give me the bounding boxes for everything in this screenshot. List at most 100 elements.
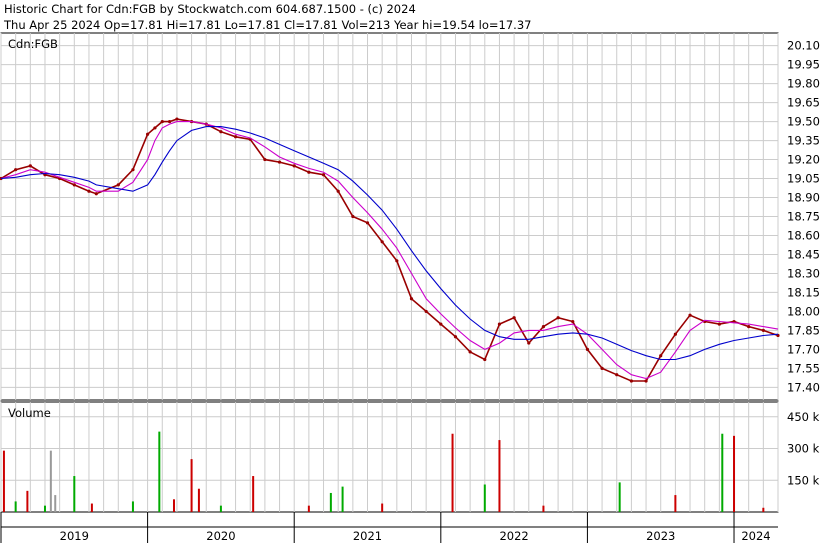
price-tick-label: 18.00 [787, 304, 820, 318]
price-point [571, 319, 575, 324]
price-tick-label: 18.90 [787, 191, 820, 205]
volume-bar [252, 476, 255, 512]
price-point [585, 347, 590, 351]
price-tick-label: 17.55 [787, 361, 820, 375]
price-point [160, 119, 164, 124]
price-point [512, 316, 516, 320]
volume-bar [73, 476, 76, 512]
price-point [219, 130, 223, 134]
price-point [277, 160, 282, 164]
x-tick-label: 2019 [60, 529, 89, 543]
price-tick-label: 19.80 [787, 77, 820, 91]
volume-bar [197, 488, 200, 512]
volume-bar [498, 440, 501, 512]
price-tick-label: 19.95 [787, 58, 820, 72]
volume-bar [158, 431, 161, 512]
price-point [439, 322, 443, 326]
price-tick-label: 19.50 [787, 115, 820, 129]
price-point [673, 332, 677, 336]
price-point [87, 189, 91, 193]
volume-bar [54, 495, 57, 512]
price-tick-label: 18.60 [787, 228, 820, 242]
price-tick-label: 19.05 [787, 172, 820, 186]
volume-bar [90, 503, 93, 512]
volume-bar [2, 450, 5, 512]
price-point [527, 341, 531, 345]
price-point [717, 322, 721, 326]
volume-bar [733, 435, 736, 512]
volume-bar [762, 507, 765, 512]
price-point [153, 126, 157, 130]
volume-bar [219, 505, 222, 512]
volume-y-axis: 150 k 300 k 450 k [787, 410, 820, 487]
price-point [409, 297, 414, 301]
price-tick-label: 20.10 [787, 39, 820, 53]
volume-bar [483, 484, 486, 512]
volume-bar [381, 503, 384, 512]
price-point [497, 322, 502, 326]
price-point [615, 373, 619, 377]
volume-bar [172, 499, 175, 512]
price-tick-label: 18.45 [787, 247, 820, 261]
chart-stage: Historic Chart for Cdn:FGB by Stockwatch… [0, 0, 830, 543]
price-point [424, 309, 428, 314]
price-panel-title: Cdn:FGB [8, 37, 58, 51]
price-point [453, 335, 458, 339]
price-point [131, 168, 135, 172]
volume-panel-title: Volume [8, 406, 51, 420]
volume-bar [14, 501, 17, 512]
volume-bar [618, 482, 621, 512]
price-point [167, 119, 172, 124]
price-tick-label: 17.70 [787, 342, 820, 356]
price-point [233, 135, 238, 139]
volume-tick-label: 150 k [787, 473, 820, 487]
price-tick-label: 18.15 [787, 285, 820, 299]
volume-bar [451, 433, 454, 512]
price-point [263, 157, 267, 162]
price-point [688, 313, 692, 317]
volume-bar [329, 492, 332, 512]
price-point [483, 357, 487, 362]
price-tick-label: 19.35 [787, 134, 820, 148]
price-tick-label: 17.40 [787, 380, 820, 394]
price-point [541, 325, 546, 329]
price-tick-label: 17.85 [787, 323, 820, 337]
price-point [94, 192, 98, 196]
price-point [556, 316, 560, 320]
price-tick-label: 18.75 [787, 210, 820, 224]
volume-bar [674, 495, 677, 512]
price-point [468, 350, 472, 354]
price-point [14, 168, 18, 172]
price-point [365, 221, 370, 225]
price-point [116, 183, 120, 187]
volume-bar [49, 450, 52, 512]
x-tick-label: 2020 [206, 529, 235, 543]
volume-bar [26, 490, 29, 512]
header-line-1: Historic Chart for Cdn:FGB by Stockwatch… [4, 2, 416, 16]
price-point [395, 259, 399, 263]
background [0, 0, 830, 543]
x-tick-label: 2023 [646, 529, 675, 543]
price-point [351, 214, 355, 219]
price-point [28, 164, 32, 168]
price-tick-label: 18.30 [787, 266, 820, 280]
volume-tick-label: 300 k [787, 442, 820, 456]
x-tick-label: 2021 [353, 529, 382, 543]
price-point [72, 183, 76, 187]
volume-bar [190, 459, 193, 512]
volume-bar [721, 433, 724, 512]
volume-bar [43, 505, 46, 512]
price-point [307, 170, 311, 174]
volume-tick-label: 450 k [787, 410, 820, 424]
price-point [747, 325, 751, 329]
price-point [629, 379, 633, 383]
price-point [321, 173, 326, 177]
price-point [336, 189, 340, 193]
volume-bar [341, 486, 344, 512]
header-line-2: Thu Apr 25 2024 Op=17.81 Hi=17.81 Lo=17.… [3, 18, 531, 32]
price-point [659, 354, 663, 358]
volume-bar [131, 501, 134, 512]
price-point [380, 240, 384, 244]
volume-bar [307, 505, 310, 512]
price-point [644, 379, 648, 383]
